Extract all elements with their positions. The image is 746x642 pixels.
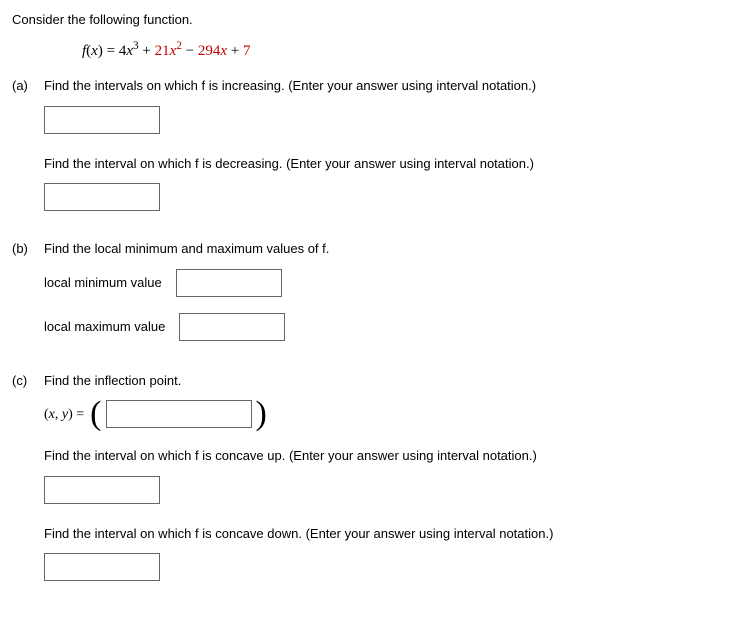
concave-up-input[interactable] [44, 476, 160, 504]
intro-text: Consider the following function. [12, 10, 734, 30]
part-a-increasing-input[interactable] [44, 106, 160, 134]
part-a-label: (a) [12, 76, 44, 96]
xy-label: (x, y) = [44, 404, 84, 425]
exp-2: 2 [176, 40, 182, 52]
local-max-input[interactable] [179, 313, 285, 341]
part-c-q2: Find the interval on which f is concave … [44, 446, 734, 466]
part-a: (a) Find the intervals on which f is inc… [12, 76, 734, 225]
var-3: x [220, 43, 227, 59]
part-c-label: (c) [12, 371, 44, 391]
inflection-point-row: (x, y) = ( ) [44, 400, 734, 428]
local-max-label: local maximum value [44, 317, 165, 337]
formula-lhs-x: x [91, 43, 98, 59]
part-c: (c) Find the inflection point. (x, y) = … [12, 371, 734, 596]
part-b-q: Find the local minimum and maximum value… [44, 239, 734, 259]
part-c-q1: Find the inflection point. [44, 371, 734, 391]
function-formula: f(x) = 4x3 + 21x2 − 294x + 7 [82, 38, 734, 63]
part-a-q2: Find the interval on which f is decreasi… [44, 154, 734, 174]
local-min-label: local minimum value [44, 273, 162, 293]
part-a-decreasing-input[interactable] [44, 183, 160, 211]
inflection-point-input[interactable] [106, 400, 252, 428]
local-min-input[interactable] [176, 269, 282, 297]
coef-4: 7 [243, 43, 251, 59]
coef-3: 294 [198, 43, 221, 59]
part-b: (b) Find the local minimum and maximum v… [12, 239, 734, 357]
part-b-label: (b) [12, 239, 44, 259]
coef-2: 21 [155, 43, 170, 59]
concave-down-input[interactable] [44, 553, 160, 581]
exp-1: 3 [133, 40, 139, 52]
part-a-q1: Find the intervals on which f is increas… [44, 76, 734, 96]
var-1: x [126, 43, 133, 59]
part-c-q3: Find the interval on which f is concave … [44, 524, 734, 544]
